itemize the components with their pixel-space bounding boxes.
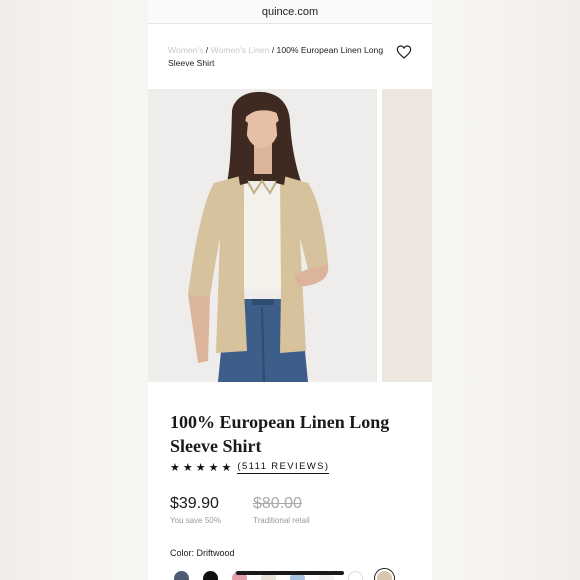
product-image[interactable] bbox=[148, 89, 377, 382]
breadcrumb-womens[interactable]: Women's bbox=[168, 45, 203, 55]
phone-screen: quince.com Women's / Women's Linen / 100… bbox=[148, 0, 432, 580]
color-swatch[interactable] bbox=[203, 571, 218, 580]
product-title: 100% European Linen Long Sleeve Shirt bbox=[170, 412, 390, 456]
color-swatch[interactable] bbox=[174, 571, 189, 580]
color-label: Color: Driftwood bbox=[170, 548, 235, 558]
retail-price: $80.00 bbox=[253, 495, 302, 512]
star-icon: ★ bbox=[195, 462, 206, 474]
star-icon: ★ bbox=[170, 462, 180, 474]
color-swatch-selected[interactable] bbox=[374, 568, 395, 580]
sale-price: $39.90 bbox=[170, 495, 219, 512]
home-indicator bbox=[236, 571, 344, 575]
url-text: quince.com bbox=[261, 5, 319, 18]
heart-icon[interactable] bbox=[396, 44, 412, 60]
address-bar[interactable]: quince.com bbox=[148, 0, 432, 24]
breadcrumb-womens-linen[interactable]: Women's Linen bbox=[211, 45, 270, 55]
rating[interactable]: ★ ★ ★ ★ ★ (5111 REVIEWS) bbox=[170, 461, 330, 474]
breadcrumb-separator: / bbox=[271, 45, 275, 55]
breadcrumb: Women's / Women's Linen / 100% European … bbox=[168, 44, 393, 70]
star-icon: ★ bbox=[182, 462, 193, 474]
star-icon: ★ bbox=[221, 462, 232, 474]
star-rating: ★ ★ ★ ★ ★ bbox=[170, 461, 231, 474]
reviews-link[interactable]: (5111 REVIEWS) bbox=[237, 461, 330, 474]
product-gallery[interactable] bbox=[148, 89, 432, 382]
retail-label: Traditional retail bbox=[253, 516, 310, 525]
color-swatch[interactable] bbox=[348, 571, 363, 580]
breadcrumb-separator: / bbox=[205, 45, 209, 55]
star-icon: ★ bbox=[208, 462, 219, 474]
product-image-next[interactable] bbox=[382, 89, 432, 382]
savings-label: You save 50% bbox=[170, 516, 221, 525]
selected-swatch-fill bbox=[377, 571, 392, 580]
